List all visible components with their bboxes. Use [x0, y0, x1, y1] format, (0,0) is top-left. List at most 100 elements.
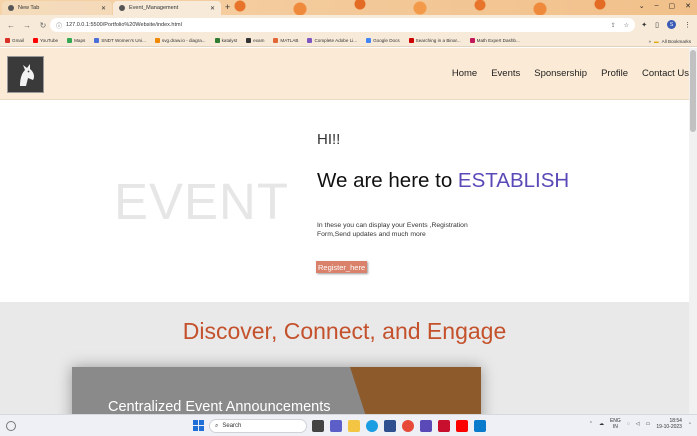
- tab-new-tab[interactable]: New Tab ✕: [2, 1, 112, 15]
- bookmark-gmail[interactable]: Gmail: [5, 38, 24, 43]
- bookmark-adobe[interactable]: Complete Adobe Li...: [307, 38, 357, 43]
- nav-home[interactable]: Home: [452, 68, 477, 79]
- scrollbar-thumb[interactable]: [690, 50, 696, 132]
- edge-icon[interactable]: [366, 420, 378, 432]
- window-controls: ⌄ – ▢ ✕: [639, 2, 691, 10]
- profile-avatar[interactable]: S: [667, 20, 676, 29]
- close-window-icon[interactable]: ✕: [685, 2, 691, 10]
- hero-description: In these you can display your Events ,Re…: [317, 222, 468, 238]
- bookmark-label: Google Docs: [373, 38, 400, 43]
- chevron-up-icon[interactable]: ⌃: [589, 421, 593, 427]
- site-logo[interactable]: [7, 56, 44, 93]
- notification-bell-icon[interactable]: ◔: [688, 421, 691, 427]
- url-text[interactable]: 127.0.0.1:5500/Portfolio%20Website/index…: [66, 22, 182, 28]
- taskbar-search-label: Search: [222, 423, 242, 429]
- nav-sponsership[interactable]: Sponsership: [534, 68, 587, 79]
- bookmark-youtube[interactable]: YouTube: [33, 38, 58, 43]
- youtube-taskbar-icon[interactable]: [456, 420, 468, 432]
- store-icon[interactable]: [384, 420, 396, 432]
- feature-card[interactable]: Centralized Event Announcements: [72, 367, 481, 414]
- bookmark-label: YouTube: [40, 38, 59, 43]
- star-icon[interactable]: ☆: [624, 22, 629, 29]
- new-tab-button[interactable]: +: [225, 2, 230, 12]
- forward-icon[interactable]: →: [22, 21, 32, 30]
- back-icon[interactable]: ←: [6, 21, 16, 30]
- system-tray: ⌃ ☁ ENG IN ◌ ◁ ▭ 18:54 19-10-2023 ◔: [589, 418, 691, 430]
- bookmark-google-docs[interactable]: Google Docs: [366, 38, 400, 43]
- bookmark-drawio[interactable]: svg.draw.io - diagra...: [154, 38, 206, 43]
- math-app-icon[interactable]: [420, 420, 432, 432]
- page-scrollbar[interactable]: [689, 48, 697, 414]
- toolbar-right: ✦ ▯ S ⋮: [641, 20, 691, 29]
- nav-contact-us[interactable]: Contact Us: [642, 68, 689, 79]
- widgets-icon[interactable]: [6, 421, 16, 431]
- minimize-icon[interactable]: –: [655, 2, 659, 10]
- close-icon[interactable]: ✕: [210, 5, 215, 12]
- bookmark-label: svg.draw.io - diagra...: [161, 38, 206, 43]
- gmail-icon: [5, 38, 10, 43]
- tab-event-management[interactable]: Event_Management ✕: [113, 1, 221, 15]
- address-bar[interactable]: ⓘ 127.0.0.1:5500/Portfolio%20Website/ind…: [50, 18, 635, 32]
- close-icon[interactable]: ✕: [101, 5, 106, 12]
- chrome-icon: [8, 5, 14, 11]
- clock[interactable]: 18:54 19-10-2023: [656, 418, 682, 430]
- bookmark-label: katalyst: [221, 38, 238, 43]
- headline-accent: ESTABLISH: [457, 169, 570, 192]
- discover-section: Discover, Connect, and Engage Centralize…: [0, 302, 689, 414]
- chat-icon[interactable]: [330, 420, 342, 432]
- screen: New Tab ✕ Event_Management ✕ + ⌄ – ▢ ✕ ←…: [0, 0, 697, 436]
- browser-toolbar: ← → ↻ ⓘ 127.0.0.1:5500/Portfolio%20Websi…: [0, 15, 697, 35]
- bookmark-label: exam: [253, 38, 265, 43]
- maximize-icon[interactable]: ▢: [669, 2, 676, 10]
- menu-icon[interactable]: ⋮: [684, 21, 691, 29]
- all-bookmarks[interactable]: » ▬ All Bookmarks: [644, 35, 691, 46]
- battery-icon[interactable]: ▭: [646, 421, 651, 427]
- vscode-icon[interactable]: [474, 420, 486, 432]
- page-viewport: Home Events Sponsership Profile Contact …: [0, 48, 697, 414]
- sidepanel-icon[interactable]: ▯: [655, 21, 659, 29]
- discover-title: Discover, Connect, and Engage: [182, 318, 507, 344]
- card-title: Centralized Event Announcements: [108, 399, 331, 414]
- matlab-icon: [273, 38, 279, 43]
- info-icon[interactable]: ⓘ: [56, 21, 62, 30]
- bookmark-sndt[interactable]: SNDT Women's Uni...: [94, 38, 146, 43]
- windows-start-icon[interactable]: [193, 420, 204, 431]
- chrome-taskbar-icon[interactable]: [402, 420, 414, 432]
- hero-headline: We are here to ESTABLISH: [317, 169, 569, 193]
- bookmark-matlab[interactable]: MATLAB: [273, 38, 298, 43]
- language-indicator[interactable]: ENG IN: [610, 418, 621, 430]
- extensions-icon[interactable]: ✦: [641, 21, 647, 29]
- folder-icon: ▬: [654, 38, 659, 44]
- wifi-icon[interactable]: ◌: [627, 421, 630, 427]
- reload-icon[interactable]: ↻: [38, 21, 48, 30]
- chevron-right-icon: »: [648, 38, 652, 44]
- bookmark-label: Complete Adobe Li...: [314, 38, 358, 43]
- nav-profile[interactable]: Profile: [601, 68, 628, 79]
- horse-logo-icon: [19, 63, 34, 86]
- bookmark-maps[interactable]: Maps: [67, 38, 85, 43]
- share-icon[interactable]: ⇪: [611, 22, 616, 29]
- adobe-icon: [307, 38, 313, 43]
- site-header: Home Events Sponsership Profile Contact …: [0, 48, 689, 100]
- lang-region: IN: [612, 424, 618, 430]
- taskbar-search[interactable]: ⌕ Search: [209, 419, 307, 433]
- cloud-icon[interactable]: ☁: [599, 421, 604, 427]
- bookmark-math-expert[interactable]: Math Expert Dashb...: [469, 38, 520, 43]
- bookmark-binary-search[interactable]: Searching in a Binar...: [408, 38, 461, 43]
- speaker-icon[interactable]: ◁: [636, 421, 640, 427]
- bookmark-katalyst[interactable]: katalyst: [214, 38, 238, 43]
- hero-section: EVENT HI!! We are here to ESTABLISH In t…: [0, 101, 689, 302]
- file-explorer-icon[interactable]: [348, 420, 360, 432]
- chevron-down-icon[interactable]: ⌄: [639, 2, 645, 10]
- dashboard-icon: [469, 38, 475, 43]
- register-button[interactable]: Register_here: [316, 261, 368, 273]
- globe-icon: [214, 38, 220, 43]
- card-accent-shape: [350, 367, 481, 414]
- mcafee-icon[interactable]: [438, 420, 450, 432]
- bookmark-label: Maps: [74, 38, 86, 43]
- bookmark-exam[interactable]: exam: [246, 38, 264, 43]
- bookmark-label: MATLAB: [280, 38, 299, 43]
- youtube-icon: [408, 38, 414, 43]
- task-view-icon[interactable]: [312, 420, 324, 432]
- nav-events[interactable]: Events: [491, 68, 520, 79]
